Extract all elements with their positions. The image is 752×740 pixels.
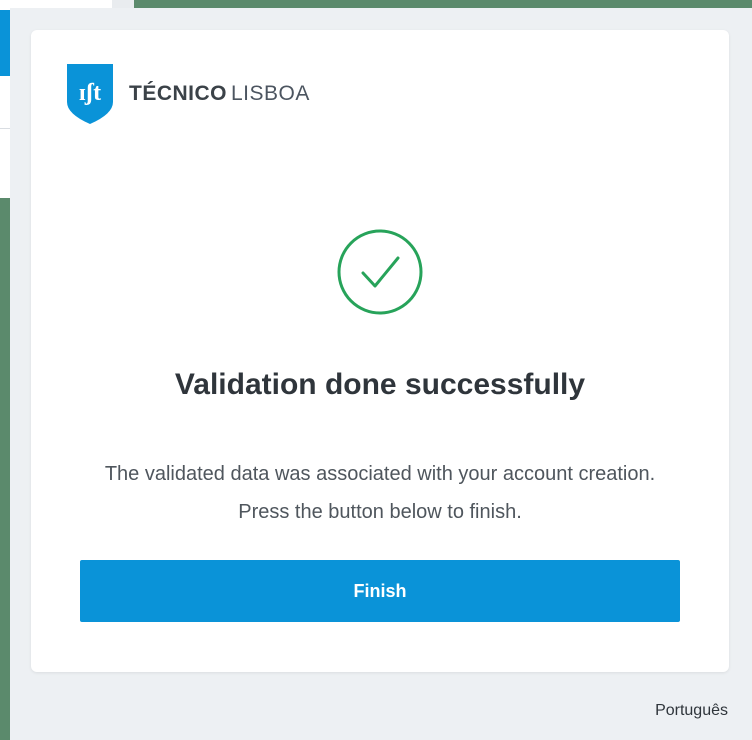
svg-text:ɪʃt: ɪʃt	[79, 80, 101, 106]
validation-card: ɪʃt TÉCNICO LISBOA Validation done succes…	[31, 30, 729, 672]
shield-logo-icon: ɪʃt	[67, 64, 113, 124]
background-accent	[0, 10, 10, 76]
brand-logo: ɪʃt TÉCNICO LISBOA	[67, 64, 310, 124]
brand-name-bold: TÉCNICO	[129, 82, 227, 105]
brand-name-light: LISBOA	[231, 82, 310, 105]
brand-name: TÉCNICO LISBOA	[129, 82, 310, 106]
page-title: Validation done successfully	[174, 368, 586, 401]
modal-frame: ɪʃt TÉCNICO LISBOA Validation done succes…	[10, 8, 752, 740]
check-circle-icon	[337, 229, 423, 315]
language-link-portuguese[interactable]: Português	[655, 702, 728, 720]
finish-button[interactable]: Finish	[80, 560, 680, 622]
status-message: The validated data was associated with y…	[104, 463, 656, 523]
